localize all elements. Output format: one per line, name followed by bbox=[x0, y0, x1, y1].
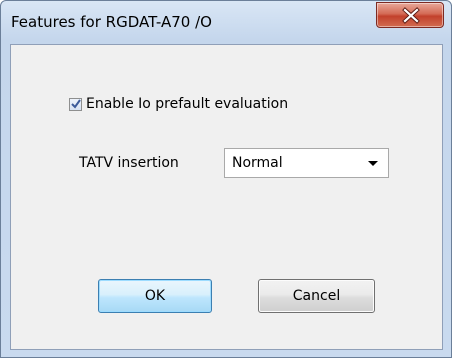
dialog-window: Features for RGDAT-A70 /O Enable Io pref… bbox=[0, 0, 452, 358]
tatv-insertion-select[interactable]: Normal bbox=[224, 148, 389, 178]
prefault-checkbox[interactable] bbox=[69, 97, 82, 111]
title-bar[interactable]: Features for RGDAT-A70 /O bbox=[1, 1, 451, 41]
dialog-body: Enable Io prefault evaluation TATV inser… bbox=[10, 44, 443, 350]
chevron-down-icon bbox=[368, 161, 378, 166]
prefault-checkbox-label: Enable Io prefault evaluation bbox=[86, 96, 289, 112]
close-icon bbox=[402, 7, 420, 24]
tatv-insertion-label: TATV insertion bbox=[79, 155, 179, 171]
checkmark-icon bbox=[71, 98, 81, 109]
prefault-checkbox-row[interactable]: Enable Io prefault evaluation bbox=[69, 95, 288, 113]
close-button[interactable] bbox=[376, 2, 444, 28]
window-title: Features for RGDAT-A70 /O bbox=[11, 13, 212, 31]
tatv-insertion-value: Normal bbox=[232, 155, 283, 171]
cancel-button[interactable]: Cancel bbox=[258, 279, 375, 313]
ok-button[interactable]: OK bbox=[98, 279, 212, 313]
